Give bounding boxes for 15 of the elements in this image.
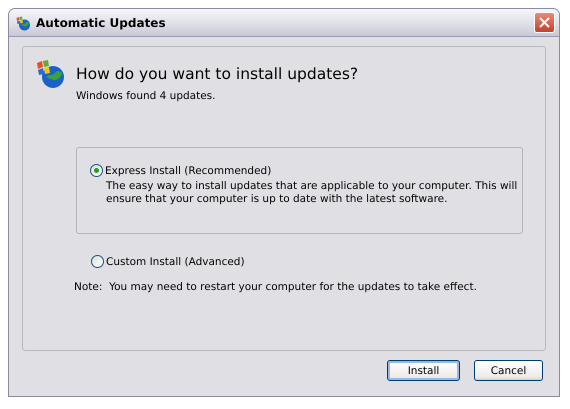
heading: How do you want to install updates? bbox=[76, 65, 358, 83]
radio-button[interactable] bbox=[91, 255, 104, 268]
close-icon bbox=[539, 17, 550, 28]
window-title: Automatic Updates bbox=[36, 16, 167, 30]
dialog-button[interactable]: Install bbox=[387, 360, 460, 381]
note-text: Note: You may need to restart your computer for the updates to take effect. bbox=[74, 281, 478, 293]
globe-icon bbox=[34, 57, 66, 89]
close-button[interactable] bbox=[534, 12, 555, 33]
subheading: Windows found 4 updates. bbox=[76, 90, 216, 102]
dialog-button[interactable]: Cancel bbox=[474, 360, 543, 381]
option-label[interactable]: Express Install (Recommended) bbox=[105, 164, 272, 176]
globe-icon bbox=[15, 14, 31, 30]
option-description: The easy way to install updates that are applicable to your computer. This will ensure that your computer is up to date with the latest software. bbox=[106, 180, 518, 206]
option-label[interactable]: Custom Install (Advanced) bbox=[106, 256, 245, 268]
radio-button[interactable] bbox=[90, 164, 103, 177]
